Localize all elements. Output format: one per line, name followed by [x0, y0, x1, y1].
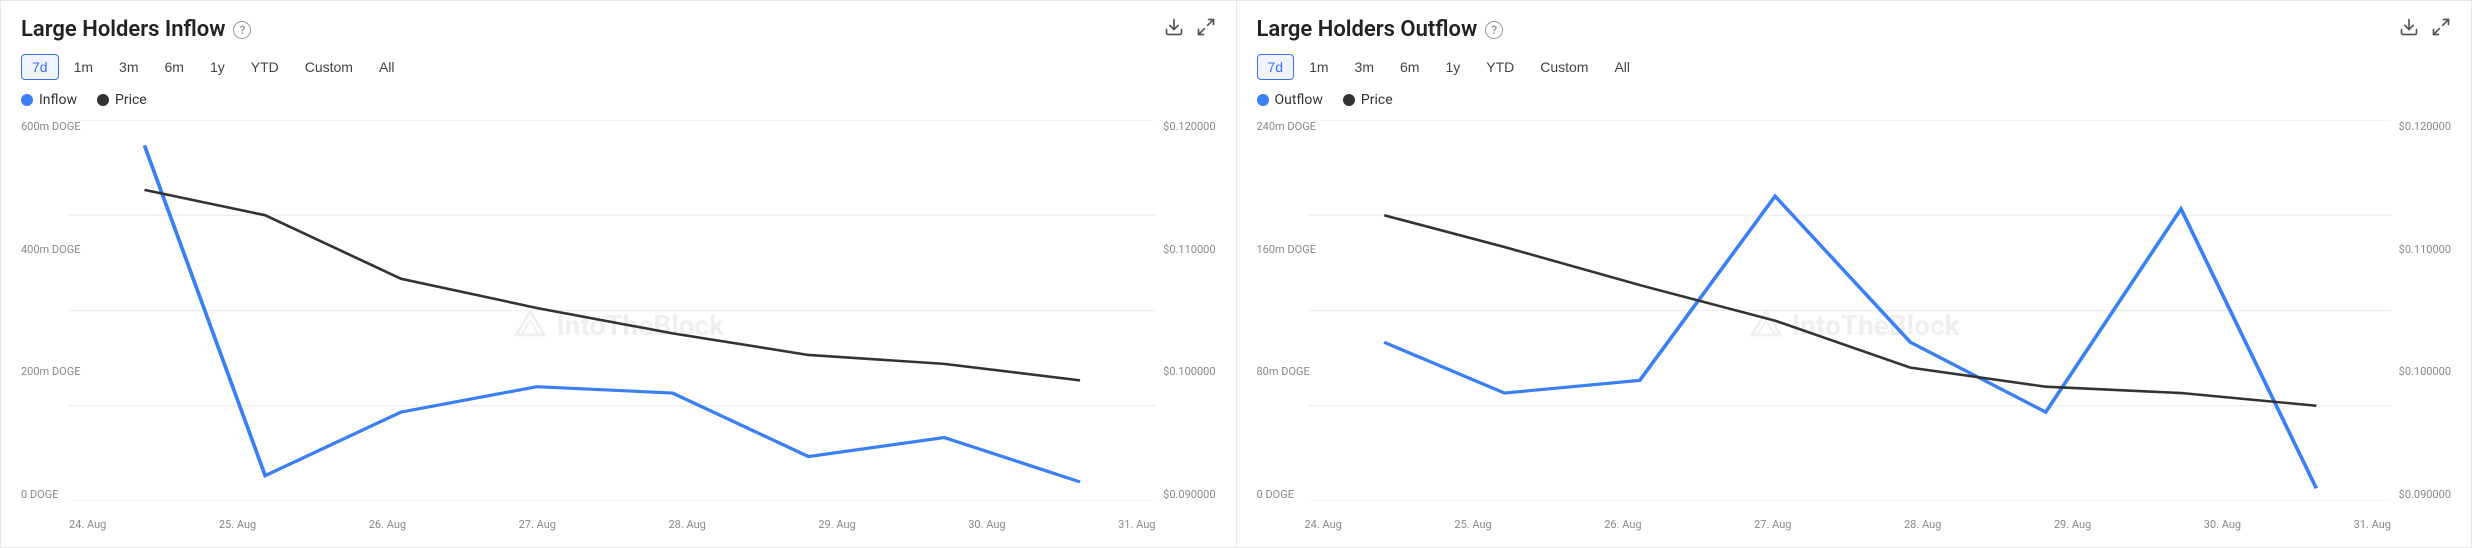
chart-area-outflow: 240m DOGE 160m DOGE 80m DOGE 0 DOGE $0.1…	[1257, 120, 2452, 531]
legend-dot-price-outflow	[1343, 94, 1355, 106]
x-label-outflow-7: 31. Aug	[2354, 518, 2391, 531]
y-label-r-outflow-3: $0.090000	[2399, 488, 2451, 501]
legend-label-price-inflow: Price	[115, 92, 147, 108]
legend-item-outflow: Outflow	[1257, 92, 1323, 108]
y-label-outflow-1: 160m DOGE	[1257, 243, 1316, 256]
y-label-r-outflow-0: $0.120000	[2399, 120, 2451, 133]
legend-item-price-outflow: Price	[1343, 92, 1393, 108]
panel-header-outflow: Large Holders Outflow ?	[1257, 17, 2452, 42]
outflow-title-text: Large Holders Outflow	[1257, 17, 1478, 42]
x-label-inflow-5: 29. Aug	[818, 518, 855, 531]
download-icon-outflow[interactable]	[2399, 17, 2419, 42]
legend-dot-price-inflow	[97, 94, 109, 106]
chart-svg-inflow	[69, 120, 1156, 501]
chart-svg-outflow	[1309, 120, 2392, 501]
x-label-outflow-0: 24. Aug	[1305, 518, 1342, 531]
time-btn-custom-inflow[interactable]: Custom	[294, 54, 364, 80]
time-btn-ytd-inflow[interactable]: YTD	[240, 54, 290, 80]
expand-icon-outflow[interactable]	[2431, 17, 2451, 42]
y-label-r-inflow-0: $0.120000	[1163, 120, 1215, 133]
x-label-inflow-2: 26. Aug	[369, 518, 406, 531]
panel-header-inflow: Large Holders Inflow ?	[21, 17, 1216, 42]
help-icon-inflow[interactable]: ?	[233, 21, 251, 39]
y-label-outflow-0: 240m DOGE	[1257, 120, 1316, 133]
legend-label-inflow: Inflow	[39, 92, 77, 108]
y-axis-right-inflow: $0.120000 $0.110000 $0.100000 $0.090000	[1159, 120, 1215, 501]
time-btn-1y-outflow[interactable]: 1y	[1434, 54, 1471, 80]
chart-area-inflow: 600m DOGE 400m DOGE 200m DOGE 0 DOGE $0.…	[21, 120, 1216, 531]
time-btn-1m-outflow[interactable]: 1m	[1298, 54, 1339, 80]
time-btn-6m-inflow[interactable]: 6m	[153, 54, 194, 80]
y-label-r-outflow-1: $0.110000	[2399, 243, 2451, 256]
y-label-r-outflow-2: $0.100000	[2399, 365, 2451, 378]
x-label-outflow-6: 30. Aug	[2204, 518, 2241, 531]
legend-outflow: Outflow Price	[1257, 92, 2452, 108]
legend-dot-outflow	[1257, 94, 1269, 106]
legend-item-price-inflow: Price	[97, 92, 147, 108]
panel-actions-inflow	[1164, 17, 1216, 42]
time-btn-1m-inflow[interactable]: 1m	[63, 54, 104, 80]
x-label-outflow-1: 25. Aug	[1454, 518, 1491, 531]
legend-dot-inflow	[21, 94, 33, 106]
legend-label-outflow: Outflow	[1275, 92, 1323, 108]
x-label-inflow-4: 28. Aug	[669, 518, 706, 531]
inflow-panel: Large Holders Inflow ? 7d	[0, 0, 1237, 548]
x-label-inflow-0: 24. Aug	[69, 518, 106, 531]
inflow-title-text: Large Holders Inflow	[21, 17, 225, 42]
panel-title-inflow: Large Holders Inflow ?	[21, 17, 251, 42]
download-icon-inflow[interactable]	[1164, 17, 1184, 42]
y-label-outflow-3: 0 DOGE	[1257, 488, 1316, 501]
x-label-inflow-3: 27. Aug	[519, 518, 556, 531]
legend-label-price-outflow: Price	[1361, 92, 1393, 108]
time-btn-custom-outflow[interactable]: Custom	[1529, 54, 1599, 80]
time-btn-3m-inflow[interactable]: 3m	[108, 54, 149, 80]
x-label-inflow-7: 31. Aug	[1118, 518, 1155, 531]
time-btn-all-inflow[interactable]: All	[368, 54, 406, 80]
y-axis-right-outflow: $0.120000 $0.110000 $0.100000 $0.090000	[2395, 120, 2451, 501]
x-label-outflow-4: 28. Aug	[1904, 518, 1941, 531]
x-label-outflow-5: 29. Aug	[2054, 518, 2091, 531]
x-axis-inflow: 24. Aug 25. Aug 26. Aug 27. Aug 28. Aug …	[69, 518, 1156, 531]
legend-inflow: Inflow Price	[21, 92, 1216, 108]
x-label-outflow-2: 26. Aug	[1604, 518, 1641, 531]
expand-icon-inflow[interactable]	[1196, 17, 1216, 42]
y-label-r-inflow-2: $0.100000	[1163, 365, 1215, 378]
y-label-outflow-2: 80m DOGE	[1257, 365, 1316, 378]
panel-actions-outflow	[2399, 17, 2451, 42]
time-buttons-outflow: 7d 1m 3m 6m 1y YTD Custom All	[1257, 54, 2452, 80]
time-btn-7d-outflow[interactable]: 7d	[1257, 54, 1295, 80]
x-label-inflow-6: 30. Aug	[968, 518, 1005, 531]
time-buttons-inflow: 7d 1m 3m 6m 1y YTD Custom All	[21, 54, 1216, 80]
time-btn-all-outflow[interactable]: All	[1603, 54, 1641, 80]
y-label-r-inflow-3: $0.090000	[1163, 488, 1215, 501]
time-btn-3m-outflow[interactable]: 3m	[1344, 54, 1385, 80]
panel-title-outflow: Large Holders Outflow ?	[1257, 17, 1504, 42]
time-btn-ytd-outflow[interactable]: YTD	[1475, 54, 1525, 80]
help-icon-outflow[interactable]: ?	[1485, 21, 1503, 39]
y-label-r-inflow-1: $0.110000	[1163, 243, 1215, 256]
x-axis-outflow: 24. Aug 25. Aug 26. Aug 27. Aug 28. Aug …	[1305, 518, 2392, 531]
time-btn-1y-inflow[interactable]: 1y	[199, 54, 236, 80]
outflow-panel: Large Holders Outflow ? 7d	[1237, 0, 2472, 548]
time-btn-7d-inflow[interactable]: 7d	[21, 54, 59, 80]
x-label-inflow-1: 25. Aug	[219, 518, 256, 531]
time-btn-6m-outflow[interactable]: 6m	[1389, 54, 1430, 80]
x-label-outflow-3: 27. Aug	[1754, 518, 1791, 531]
legend-item-inflow: Inflow	[21, 92, 77, 108]
